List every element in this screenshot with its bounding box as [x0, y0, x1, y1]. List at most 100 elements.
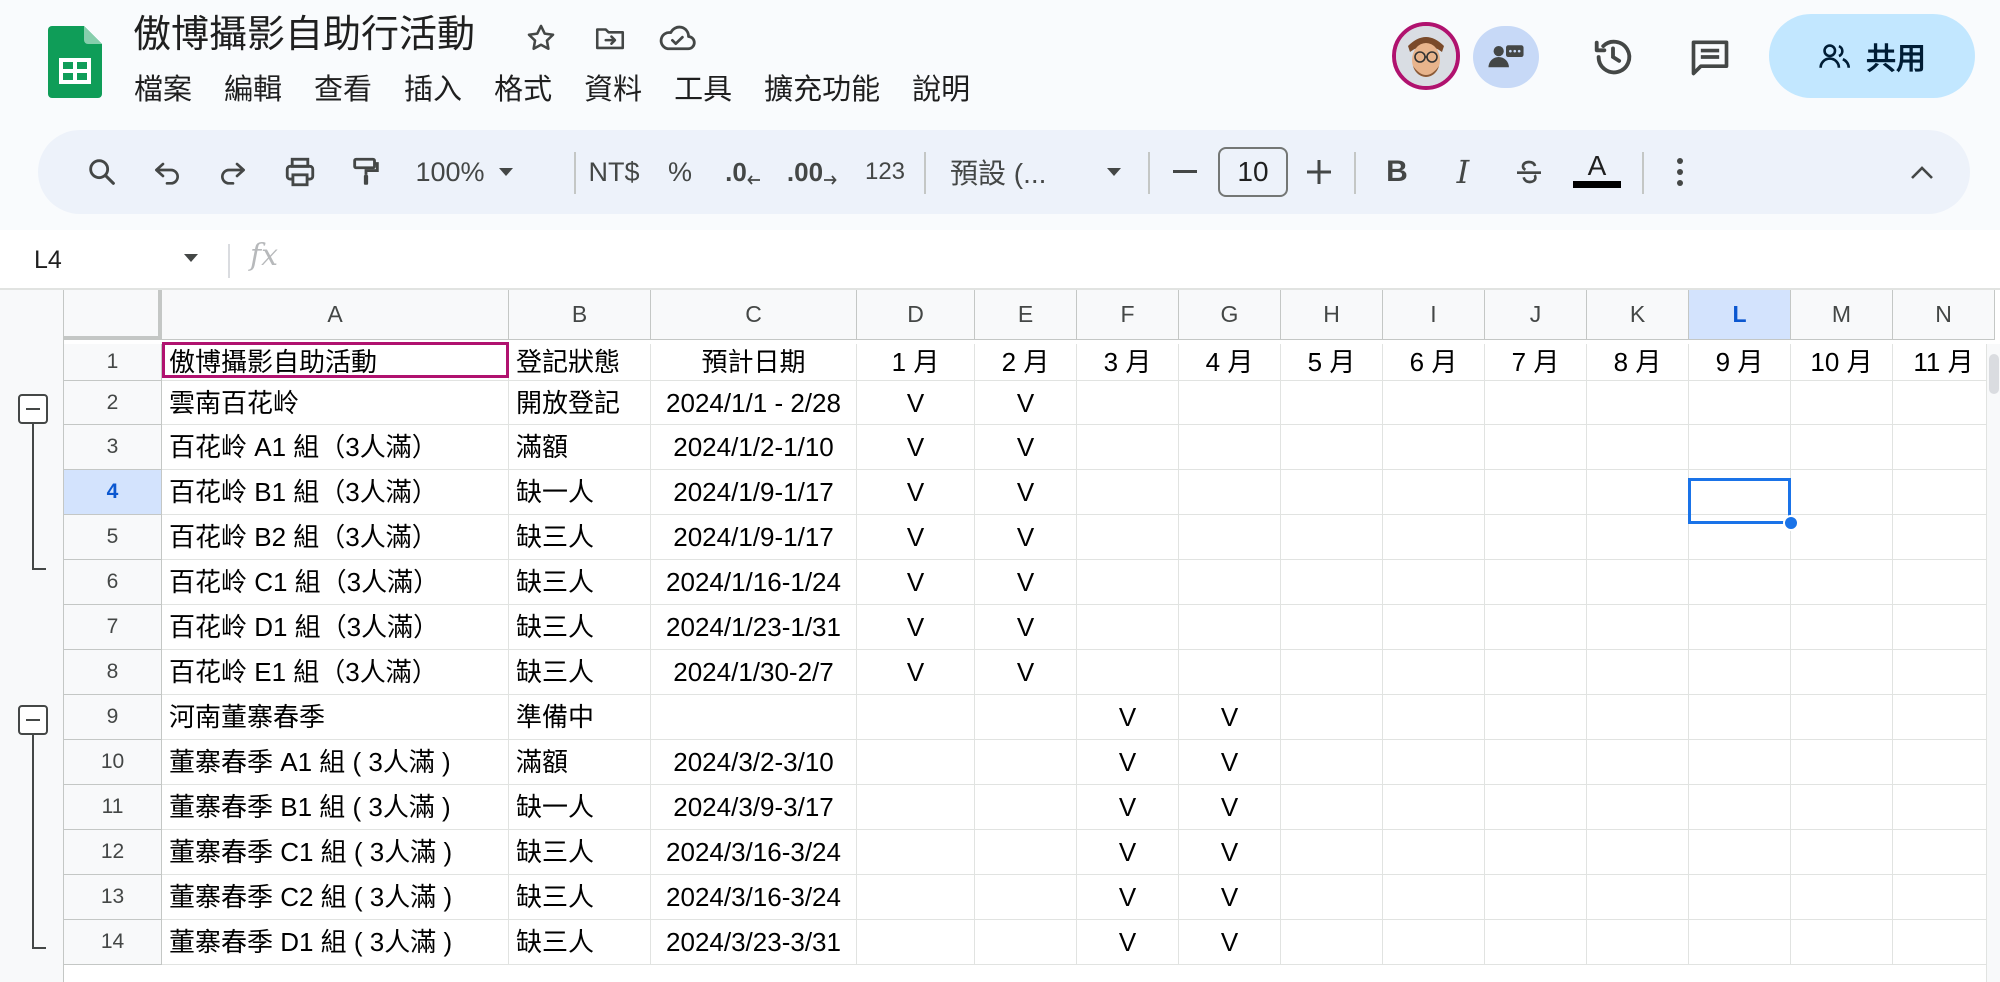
cell-m10[interactable]	[1791, 740, 1893, 785]
cell-f11[interactable]: V	[1077, 785, 1179, 830]
cell-e10[interactable]	[975, 740, 1077, 785]
bold-button[interactable]: B	[1372, 130, 1422, 214]
sheets-logo-icon[interactable]	[48, 26, 102, 98]
cell-n9[interactable]	[1893, 695, 1995, 740]
cell-l13[interactable]	[1689, 875, 1791, 920]
cell-b2[interactable]: 開放登記	[509, 381, 651, 425]
cell-m11[interactable]	[1791, 785, 1893, 830]
column-header-k[interactable]: K	[1587, 290, 1689, 340]
cell-e9[interactable]	[975, 695, 1077, 740]
column-header-i[interactable]: I	[1383, 290, 1485, 340]
cell-k11[interactable]	[1587, 785, 1689, 830]
cell-f6[interactable]	[1077, 560, 1179, 605]
row-header-12[interactable]: 12	[64, 830, 162, 875]
cell-f10[interactable]: V	[1077, 740, 1179, 785]
undo-icon[interactable]	[140, 130, 194, 214]
cell-l11[interactable]	[1689, 785, 1791, 830]
share-button[interactable]: 共用	[1769, 14, 1975, 98]
cell-a6[interactable]: 百花岭 C1 組（3人滿）	[162, 560, 509, 605]
cell-m14[interactable]	[1791, 920, 1893, 965]
document-title[interactable]: 傲博攝影自助行活動	[133, 10, 475, 60]
cell-e1[interactable]: 2 月	[975, 344, 1077, 381]
cell-k5[interactable]	[1587, 515, 1689, 560]
cell-c14[interactable]: 2024/3/23-3/31	[651, 920, 857, 965]
row-header-1[interactable]: 1	[64, 344, 162, 381]
cell-g1[interactable]: 4 月	[1179, 344, 1281, 381]
cell-h2[interactable]	[1281, 381, 1383, 425]
cell-a1[interactable]: 傲博攝影自助活動	[162, 344, 509, 381]
cell-h4[interactable]	[1281, 470, 1383, 515]
row-header-8[interactable]: 8	[64, 650, 162, 695]
cell-e7[interactable]: V	[975, 605, 1077, 650]
cell-a4[interactable]: 百花岭 B1 組（3人滿）	[162, 470, 509, 515]
cell-d3[interactable]: V	[857, 425, 975, 470]
cell-m4[interactable]	[1791, 470, 1893, 515]
cell-m6[interactable]	[1791, 560, 1893, 605]
cell-f3[interactable]	[1077, 425, 1179, 470]
cell-k10[interactable]	[1587, 740, 1689, 785]
cell-a10[interactable]: 董寨春季 A1 組 ( 3人滿 )	[162, 740, 509, 785]
cell-d9[interactable]	[857, 695, 975, 740]
cell-j1[interactable]: 7 月	[1485, 344, 1587, 381]
cell-d12[interactable]	[857, 830, 975, 875]
increase-decimal-button[interactable]: .00	[782, 130, 842, 214]
cell-l14[interactable]	[1689, 920, 1791, 965]
cell-h11[interactable]	[1281, 785, 1383, 830]
cell-g10[interactable]: V	[1179, 740, 1281, 785]
search-menus-icon[interactable]	[74, 130, 130, 214]
cell-f4[interactable]	[1077, 470, 1179, 515]
column-header-e[interactable]: E	[975, 290, 1077, 340]
cell-g4[interactable]	[1179, 470, 1281, 515]
cell-a8[interactable]: 百花岭 E1 組（3人滿）	[162, 650, 509, 695]
menu-view[interactable]: 查看	[298, 68, 388, 112]
cell-i13[interactable]	[1383, 875, 1485, 920]
cell-a11[interactable]: 董寨春季 B1 組 ( 3人滿 )	[162, 785, 509, 830]
star-icon[interactable]	[521, 18, 561, 58]
cell-k12[interactable]	[1587, 830, 1689, 875]
cell-j3[interactable]	[1485, 425, 1587, 470]
cell-k8[interactable]	[1587, 650, 1689, 695]
menu-file[interactable]: 檔案	[118, 68, 208, 112]
row-header-9[interactable]: 9	[64, 695, 162, 740]
collapse-group-icon[interactable]	[18, 705, 48, 735]
cell-m2[interactable]	[1791, 381, 1893, 425]
cell-g8[interactable]	[1179, 650, 1281, 695]
strikethrough-icon[interactable]	[1504, 130, 1554, 214]
column-header-h[interactable]: H	[1281, 290, 1383, 340]
cell-b4[interactable]: 缺一人	[509, 470, 651, 515]
cell-i6[interactable]	[1383, 560, 1485, 605]
menu-insert[interactable]: 插入	[388, 68, 478, 112]
cell-f13[interactable]: V	[1077, 875, 1179, 920]
cell-a3[interactable]: 百花岭 A1 組（3人滿）	[162, 425, 509, 470]
cell-f2[interactable]	[1077, 381, 1179, 425]
cell-m1[interactable]: 10 月	[1791, 344, 1893, 381]
font-dropdown-icon[interactable]	[1096, 130, 1132, 214]
cell-f5[interactable]	[1077, 515, 1179, 560]
cell-b3[interactable]: 滿額	[509, 425, 651, 470]
cell-n2[interactable]	[1893, 381, 1995, 425]
cell-h12[interactable]	[1281, 830, 1383, 875]
fill-handle[interactable]	[1783, 515, 1799, 531]
cell-c5[interactable]: 2024/1/9-1/17	[651, 515, 857, 560]
print-icon[interactable]	[272, 130, 328, 214]
cell-c4[interactable]: 2024/1/9-1/17	[651, 470, 857, 515]
cell-k7[interactable]	[1587, 605, 1689, 650]
cell-i9[interactable]	[1383, 695, 1485, 740]
row-header-2[interactable]: 2	[64, 381, 162, 425]
cell-i2[interactable]	[1383, 381, 1485, 425]
cell-d8[interactable]: V	[857, 650, 975, 695]
cell-i1[interactable]: 6 月	[1383, 344, 1485, 381]
column-header-c[interactable]: C	[651, 290, 857, 340]
name-box[interactable]: L4	[34, 230, 62, 290]
cell-g5[interactable]	[1179, 515, 1281, 560]
cell-e2[interactable]: V	[975, 381, 1077, 425]
cell-g3[interactable]	[1179, 425, 1281, 470]
cell-e8[interactable]: V	[975, 650, 1077, 695]
menu-edit[interactable]: 編輯	[208, 68, 298, 112]
cell-h9[interactable]	[1281, 695, 1383, 740]
more-formats-button[interactable]: 123	[856, 130, 914, 214]
cell-a2[interactable]: 雲南百花岭	[162, 381, 509, 425]
cell-n14[interactable]	[1893, 920, 1995, 965]
menu-help[interactable]: 說明	[896, 68, 986, 112]
cell-e11[interactable]	[975, 785, 1077, 830]
